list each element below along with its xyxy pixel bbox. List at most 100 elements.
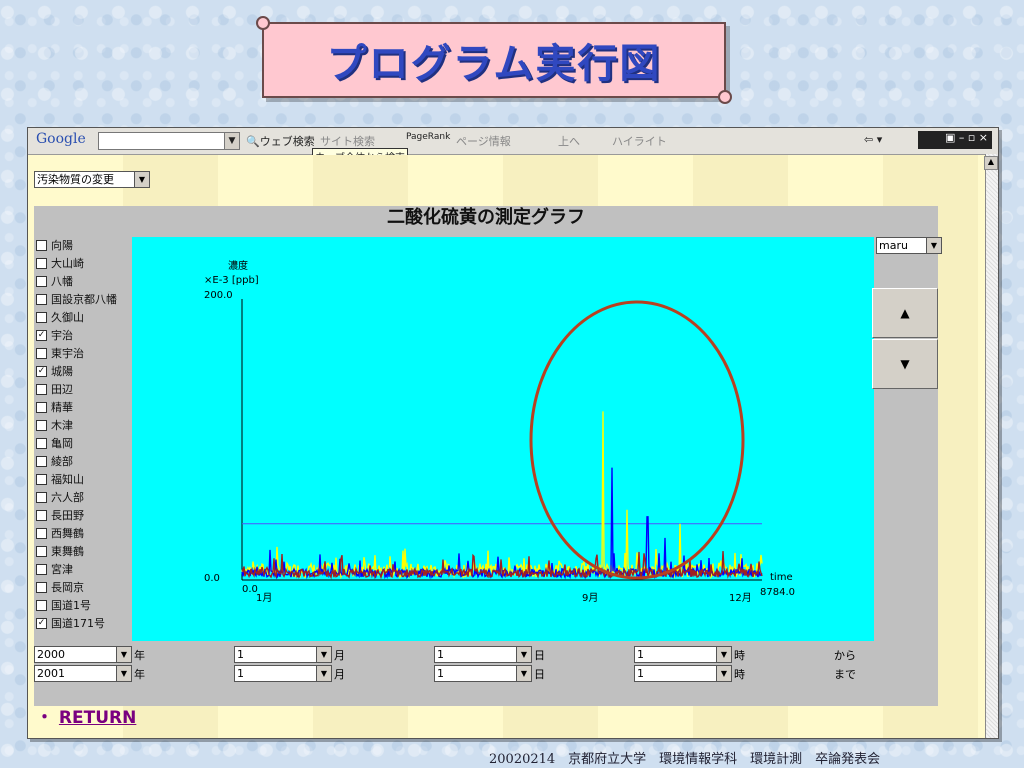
station-checkbox[interactable]: ✓ — [36, 365, 47, 377]
station-checkbox[interactable] — [36, 293, 47, 305]
station-label: 精華 — [51, 401, 73, 414]
station-checkbox[interactable] — [36, 437, 47, 449]
station-checkbox[interactable] — [36, 581, 47, 593]
return-link[interactable]: ・ RETURN — [36, 703, 136, 728]
day-select[interactable]: 1 ▼ — [434, 665, 532, 682]
marker-select[interactable]: maru ▼ — [876, 237, 942, 254]
y-min-tick-label: 0.0 — [204, 573, 220, 584]
chart-svg: 濃度×E-3 [ppb]200.00.00.0time8784.01月 9月 12月 — [204, 259, 795, 604]
station-item[interactable]: 福知山 — [36, 470, 134, 488]
chevron-down-icon: ▼ — [116, 666, 131, 681]
chevron-down-icon: ▼ — [116, 647, 131, 662]
year-select[interactable]: 2000 ▼ — [34, 646, 132, 663]
station-label: 城陽 — [51, 365, 73, 378]
station-checkbox[interactable] — [36, 455, 47, 467]
station-item[interactable]: 国道1号 — [36, 596, 134, 614]
station-item[interactable]: 東宇治 — [36, 344, 134, 362]
series-line — [241, 411, 763, 580]
station-item[interactable]: 大山崎 — [36, 254, 134, 272]
x-tick-label: 12月 — [729, 592, 752, 604]
station-label: 国道171号 — [51, 617, 105, 630]
scroll-down-button[interactable]: ▼ — [872, 339, 938, 389]
station-item[interactable]: 国設京都八幡 — [36, 290, 134, 308]
station-checkbox[interactable] — [36, 527, 47, 539]
station-label: 国道1号 — [51, 599, 91, 612]
station-checkbox[interactable] — [36, 419, 47, 431]
year-unit-label: 年 — [134, 649, 145, 662]
station-item[interactable]: 田辺 — [36, 380, 134, 398]
month-select[interactable]: 1 ▼ — [234, 665, 332, 682]
station-checkbox[interactable] — [36, 383, 47, 395]
station-label: 長田野 — [51, 509, 84, 522]
station-checkbox[interactable] — [36, 563, 47, 575]
station-label: 長岡京 — [51, 581, 84, 594]
station-label: 久御山 — [51, 311, 84, 324]
title-scroll: プログラム実行図 — [256, 16, 732, 104]
station-item[interactable]: ✓ 国道171号 — [36, 614, 134, 632]
station-item[interactable]: 綾部 — [36, 452, 134, 470]
station-checkbox[interactable]: ✓ — [36, 617, 47, 629]
station-checkbox[interactable] — [36, 491, 47, 503]
station-item[interactable]: ✓ 城陽 — [36, 362, 134, 380]
month-select[interactable]: 1 ▼ — [234, 646, 332, 663]
chevron-down-icon: ▼ — [716, 666, 731, 681]
google-search-input[interactable] — [98, 132, 240, 150]
station-item[interactable]: 宮津 — [36, 560, 134, 578]
web-search-button[interactable]: 🔍ウェブ検索 — [246, 133, 315, 149]
chevron-down-icon: ▼ — [516, 647, 531, 662]
station-item[interactable]: 八幡 — [36, 272, 134, 290]
up-button-toolbar[interactable]: 上へ — [558, 133, 580, 149]
station-checkbox[interactable] — [36, 257, 47, 269]
station-list: 向陽大山崎八幡国設京都八幡 久御山 ✓ 宇治 東宇治 ✓ 城陽田辺精華木津亀岡綾部福知山六人… — [36, 236, 134, 632]
day-unit-label: 日 — [534, 668, 545, 681]
station-label: 田辺 — [51, 383, 73, 396]
station-checkbox[interactable] — [36, 473, 47, 485]
station-item[interactable]: 西舞鶴 — [36, 524, 134, 542]
hour-select[interactable]: 1 ▼ — [634, 665, 732, 682]
station-label: 亀岡 — [51, 437, 73, 450]
station-item[interactable]: 久御山 — [36, 308, 134, 326]
station-checkbox[interactable] — [36, 545, 47, 557]
station-label: 綾部 — [51, 455, 73, 468]
back-arrow-icon[interactable]: ⇦ ▾ — [864, 133, 882, 146]
station-item[interactable]: 六人部 — [36, 488, 134, 506]
month-unit-label: 月 — [334, 649, 345, 662]
hour-unit-label: 時 — [734, 649, 745, 662]
station-item[interactable]: 亀岡 — [36, 434, 134, 452]
station-item[interactable]: 長田野 — [36, 506, 134, 524]
station-item[interactable]: 木津 — [36, 416, 134, 434]
pollutant-select[interactable]: 汚染物質の変更 ▼ — [34, 171, 150, 188]
station-label: 大山崎 — [51, 257, 84, 270]
station-checkbox[interactable] — [36, 599, 47, 611]
range-suffix-label: から — [834, 649, 856, 662]
year-select[interactable]: 2001 ▼ — [34, 665, 132, 682]
highlight-button[interactable]: ハイライト — [612, 133, 667, 149]
station-item[interactable]: 向陽 — [36, 236, 134, 254]
google-search-dropdown[interactable]: ▼ — [224, 132, 240, 150]
station-checkbox[interactable] — [36, 347, 47, 359]
station-checkbox[interactable] — [36, 311, 47, 323]
day-select[interactable]: 1 ▼ — [434, 646, 532, 663]
scroll-up-button[interactable]: ▲ — [872, 288, 938, 338]
vertical-scrollbar[interactable] — [985, 154, 998, 738]
station-checkbox[interactable] — [36, 275, 47, 287]
range-suffix-label: まで — [834, 668, 856, 681]
station-item[interactable]: ✓ 宇治 — [36, 326, 134, 344]
station-item[interactable]: 精華 — [36, 398, 134, 416]
google-logo[interactable]: Google — [36, 131, 86, 147]
station-checkbox[interactable]: ✓ — [36, 329, 47, 341]
pagerank-indicator[interactable]: PageRank — [406, 132, 450, 142]
station-item[interactable]: 長岡京 — [36, 578, 134, 596]
station-label: 国設京都八幡 — [51, 293, 117, 306]
station-checkbox[interactable] — [36, 239, 47, 251]
y-max-tick-label: 200.0 — [204, 290, 233, 301]
scroll-arrow-up-icon[interactable]: ▲ — [984, 156, 998, 170]
station-checkbox[interactable] — [36, 509, 47, 521]
hour-select[interactable]: 1 ▼ — [634, 646, 732, 663]
window-controls[interactable]: ▣ – ▫ × — [918, 131, 992, 149]
page-info-button[interactable]: ページ情報 — [456, 133, 511, 149]
station-label: 六人部 — [51, 491, 84, 504]
station-item[interactable]: 東舞鶴 — [36, 542, 134, 560]
site-search-button[interactable]: サイト検索 — [320, 133, 375, 149]
station-checkbox[interactable] — [36, 401, 47, 413]
